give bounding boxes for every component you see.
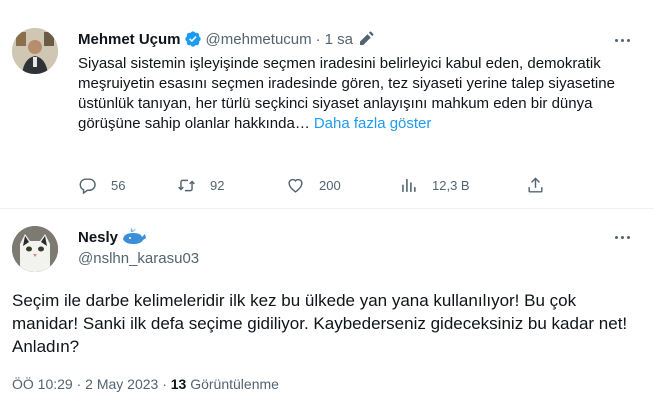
share-icon: [528, 177, 543, 193]
retweet-icon: [178, 179, 195, 192]
separator-dot: ·: [315, 30, 321, 48]
retweet-button[interactable]: 92: [177, 176, 224, 195]
action-bar: 56 92 200 12,3 B: [76, 176, 556, 196]
views-icon: [402, 179, 416, 192]
tweet-divider: [0, 208, 654, 209]
more-icon[interactable]: [612, 30, 632, 50]
tweet-text: Siyasal sistemin işleyişinde seçmen irad…: [78, 54, 628, 134]
like-count: 200: [319, 178, 341, 193]
reply-button[interactable]: 56: [78, 176, 125, 195]
views-count: 13: [170, 376, 187, 392]
pen-icon: [358, 31, 374, 47]
author-handle[interactable]: @nslhn_karasu03: [78, 250, 199, 267]
like-icon: [288, 178, 303, 193]
author-name[interactable]: Nesly: [78, 229, 118, 246]
views-count: 12,3 B: [432, 178, 470, 193]
avatar-image: [12, 28, 58, 74]
show-more-link[interactable]: Daha fazla göster: [314, 115, 432, 132]
like-button[interactable]: 200: [286, 176, 341, 195]
avatar-nesly[interactable]: [12, 226, 58, 272]
tweet-header: Mehmet Uçum @mehmetucum · 1 sa: [78, 30, 374, 48]
reply-count: 56: [111, 178, 126, 193]
tweet-quoted[interactable]: Mehmet Uçum @mehmetucum · 1 sa Siyasal s…: [0, 0, 654, 208]
tweet-header: Nesly: [78, 228, 147, 246]
share-button[interactable]: [526, 176, 559, 195]
retweet-count: 92: [210, 178, 225, 193]
author-name[interactable]: Mehmet Uçum: [78, 31, 181, 48]
views-label: Görüntülenme: [186, 376, 279, 392]
whale-icon: [121, 228, 147, 246]
views-button[interactable]: 12,3 B: [399, 176, 470, 195]
tweet-metadata: ÖÖ 10:29 · 2 May 2023 · 13 Görüntülenme: [12, 376, 279, 392]
verified-badge-icon: [184, 30, 202, 48]
avatar-image: [12, 226, 58, 272]
tweet-time[interactable]: 1 sa: [325, 31, 353, 48]
reply-icon: [79, 178, 96, 195]
more-icon[interactable]: [612, 227, 632, 247]
tweet-timestamp[interactable]: ÖÖ 10:29 · 2 May 2023 ·: [12, 376, 171, 392]
avatar-mehmet[interactable]: [12, 28, 58, 74]
tweet-text: Seçim ile darbe kelimeleridir ilk kez bu…: [12, 291, 628, 356]
author-handle[interactable]: @mehmetucum: [206, 31, 312, 48]
